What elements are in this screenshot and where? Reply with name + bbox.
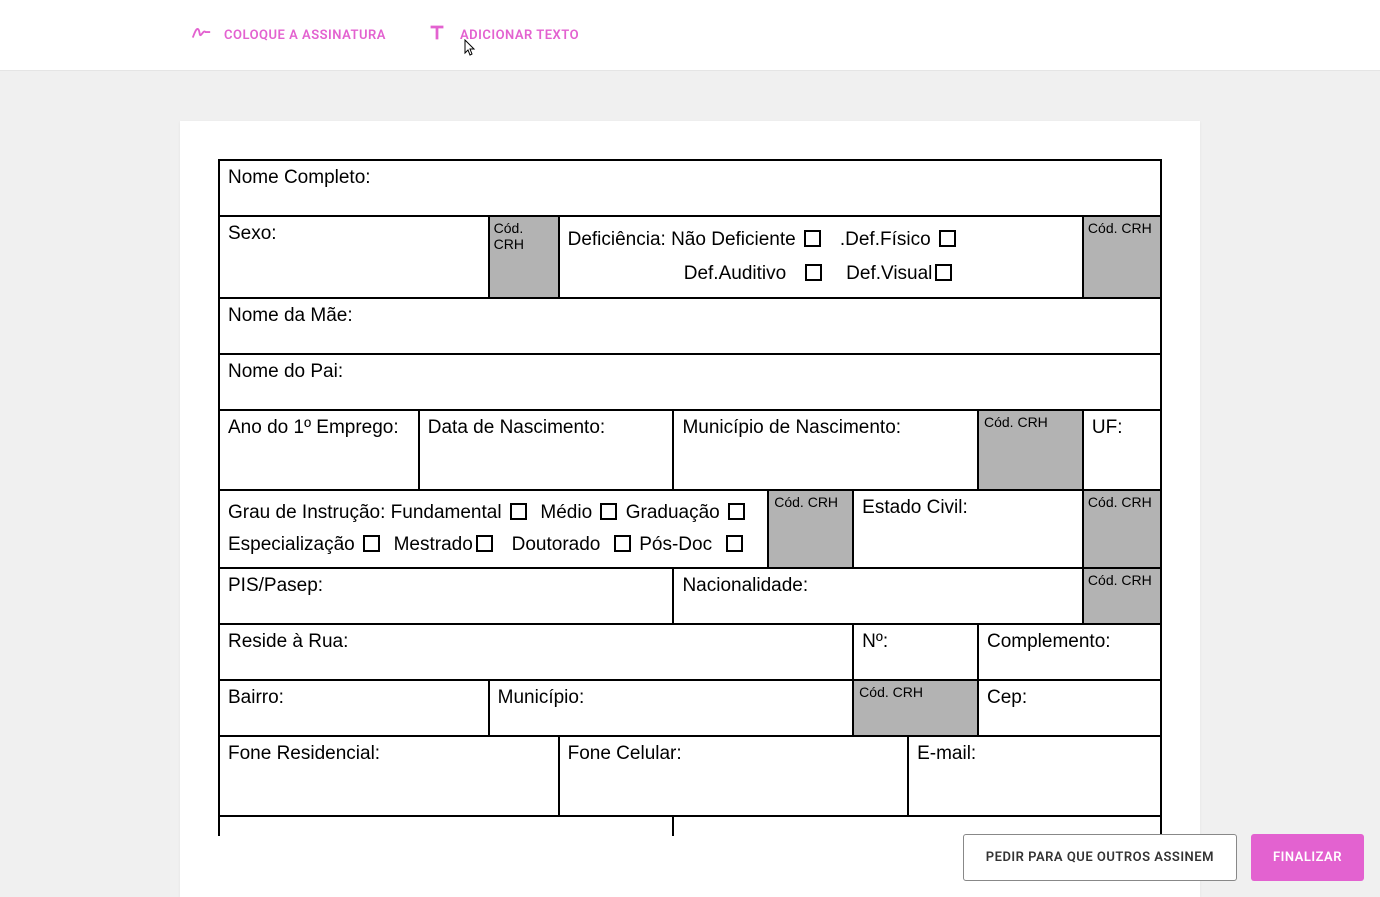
checkbox-nao-deficiente[interactable] [804,230,821,247]
checkbox-def-auditivo[interactable] [805,264,822,281]
partial-row-2 [673,816,1161,836]
checkbox-especializacao[interactable] [363,535,380,552]
field-nacionalidade: Nacionalidade: [673,568,1082,624]
add-text-button[interactable]: ADICIONAR TEXTO [426,22,579,48]
crh-nacionalidade: Cód. CRH [1083,568,1161,624]
signature-icon [190,22,212,48]
graduacao-label: Graduação [626,502,720,523]
field-estado-civil: Estado Civil: [853,490,1083,568]
bottom-bar: PEDIR PARA QUE OUTROS ASSINEM FINALIZAR [963,834,1364,881]
crh-estado-civil: Cód. CRH [1083,490,1161,568]
checkbox-graduacao[interactable] [728,503,745,520]
add-text-label: ADICIONAR TEXTO [460,28,579,43]
def-visual-label: Def.Visual [846,263,932,284]
posdoc-label: Pós-Doc [639,534,712,555]
form-table: Nome Completo: Sexo: Cód. CRH Deficiênci… [218,159,1162,836]
text-icon [426,22,448,48]
toolbar: COLOQUE A ASSINATURA ADICIONAR TEXTO [0,0,1380,71]
field-ano-emprego: Ano do 1º Emprego: [219,410,419,490]
workspace: Nome Completo: Sexo: Cód. CRH Deficiênci… [0,71,1380,897]
field-nome-pai: Nome do Pai: [219,354,1161,410]
deficiencia-label: Deficiência: Não Deficiente [568,229,796,250]
field-deficiencia: Deficiência: Não Deficiente .Def.Físico … [559,216,1083,298]
field-pis-pasep: PIS/Pasep: [219,568,673,624]
mestrado-label: Mestrado [394,534,473,555]
checkbox-def-fisico[interactable] [939,230,956,247]
crh-sexo: Cód. CRH [489,216,559,298]
document-page[interactable]: Nome Completo: Sexo: Cód. CRH Deficiênci… [180,121,1200,897]
field-fone-residencial: Fone Residencial: [219,736,559,816]
checkbox-fundamental[interactable] [510,503,527,520]
grau-instrucao-label: Grau de Instrução: [228,502,385,523]
field-municipio: Município: [489,680,854,736]
field-reside-rua: Reside à Rua: [219,624,853,680]
def-fisico-label: .Def.Físico [840,229,931,250]
finalize-button[interactable]: FINALIZAR [1251,834,1364,881]
crh-grau: Cód. CRH [768,490,853,568]
crh-deficiencia: Cód. CRH [1083,216,1161,298]
place-signature-button[interactable]: COLOQUE A ASSINATURA [190,22,386,48]
checkbox-doutorado[interactable] [614,535,631,552]
field-data-nascimento: Data de Nascimento: [419,410,674,490]
field-grau-instrucao: Grau de Instrução: Fundamental Médio Gra… [219,490,768,568]
especializacao-label: Especialização [228,534,355,555]
medio-label: Médio [540,502,592,523]
checkbox-mestrado[interactable] [476,535,493,552]
def-auditivo-label: Def.Auditivo [684,263,786,284]
fundamental-label: Fundamental [391,502,502,523]
field-uf: UF: [1083,410,1161,490]
doutorado-label: Doutorado [512,534,601,555]
request-others-sign-button[interactable]: PEDIR PARA QUE OUTROS ASSINEM [963,834,1237,881]
checkbox-medio[interactable] [600,503,617,520]
field-nome-mae: Nome da Mãe: [219,298,1161,354]
partial-row-1 [219,816,673,836]
field-nome-completo: Nome Completo: [219,160,1161,216]
field-municipio-nascimento: Município de Nascimento: [673,410,978,490]
field-email: E-mail: [908,736,1161,816]
field-complemento: Complemento: [978,624,1161,680]
place-signature-label: COLOQUE A ASSINATURA [224,28,386,43]
field-sexo: Sexo: [219,216,489,298]
crh-municipio-nasc: Cód. CRH [978,410,1083,490]
field-fone-celular: Fone Celular: [559,736,909,816]
crh-municipio: Cód. CRH [853,680,978,736]
field-bairro: Bairro: [219,680,489,736]
field-cep: Cep: [978,680,1161,736]
field-numero: Nº: [853,624,978,680]
checkbox-def-visual[interactable] [935,264,952,281]
checkbox-posdoc[interactable] [726,535,743,552]
